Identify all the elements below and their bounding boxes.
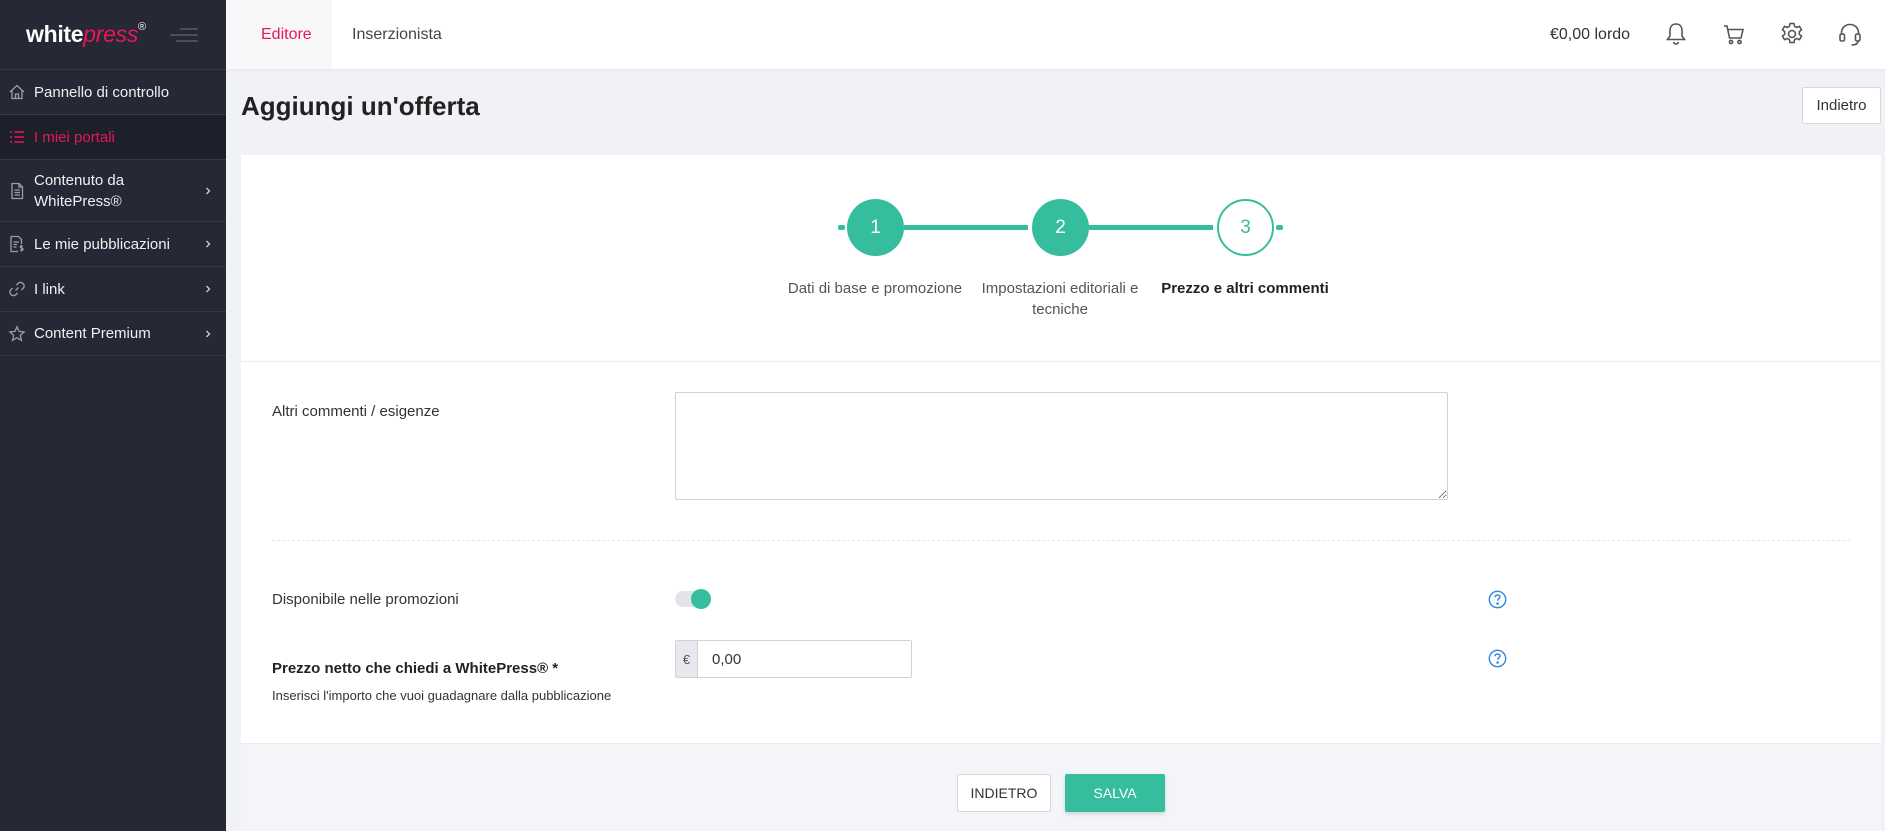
cart-icon[interactable]: [1720, 20, 1748, 48]
menu-toggle-icon[interactable]: [170, 26, 198, 44]
price-hint: Inserisci l'importo che vuoi guadagnare …: [272, 688, 612, 703]
step-3-label: Prezzo e altri commenti: [1161, 280, 1329, 297]
step-2-label: Impostazioni editoriali e tecniche: [981, 280, 1139, 318]
chevron-right-icon: [206, 285, 211, 293]
sidebar-item-contenuto[interactable]: Contenuto da WhitePress®: [0, 159, 226, 221]
stepper-end-dot: [1276, 225, 1283, 230]
step-1-label: Dati di base e promozione: [787, 280, 963, 297]
stepper-line-1: [904, 225, 1028, 230]
help-icon[interactable]: [1488, 649, 1507, 668]
stepper-start-dot: [838, 225, 845, 230]
sidebar-item-pubblicazioni[interactable]: Le mie pubblicazioni: [0, 221, 226, 266]
price-input[interactable]: [698, 641, 911, 677]
currency-addon: €: [676, 641, 698, 677]
bell-icon[interactable]: [1662, 20, 1690, 48]
price-label: Prezzo netto che chiedi a WhitePress® *: [272, 660, 559, 677]
sidebar-item-label: Le mie pubblicazioni: [34, 235, 170, 253]
promotions-toggle[interactable]: [675, 588, 713, 610]
star-icon: [8, 324, 26, 342]
promotions-label: Disponibile nelle promozioni: [272, 591, 459, 608]
invoice-icon: [10, 235, 24, 253]
step-3-circle[interactable]: 3: [1217, 199, 1274, 256]
sidebar-item-premium[interactable]: Content Premium: [0, 311, 226, 356]
sidebar-item-link[interactable]: I link: [0, 266, 226, 311]
price-input-group: €: [675, 640, 912, 678]
document-icon: [11, 182, 24, 199]
sidebar-item-label: Pannello di controllo: [34, 83, 170, 101]
offer-form-card: 1 2 3 Dati di base e promozione Impostaz…: [241, 155, 1881, 831]
section-divider: [272, 540, 1850, 541]
topbar: Editore Inserzionista €0,00 lordo: [226, 0, 1885, 69]
back-button[interactable]: Indietro: [1802, 87, 1881, 124]
sidebar-item-label: Content Premium: [34, 325, 151, 342]
save-button[interactable]: SALVA: [1065, 774, 1165, 812]
step-1-circle[interactable]: 1: [847, 199, 904, 256]
chevron-right-icon: [206, 240, 211, 248]
chevron-right-icon: [206, 330, 211, 337]
stepper: 1 2 3 Dati di base e promozione Impostaz…: [241, 155, 1881, 362]
sidebar-item-label: I link: [34, 280, 65, 298]
tab-editore[interactable]: Editore: [226, 0, 332, 69]
stepper-line-2: [1089, 225, 1213, 230]
headset-icon[interactable]: [1836, 20, 1864, 48]
comments-textarea[interactable]: [675, 392, 1448, 500]
list-icon: [10, 131, 24, 143]
link-icon: [9, 281, 25, 297]
gear-icon[interactable]: [1778, 20, 1806, 48]
footer-back-button[interactable]: INDIETRO: [957, 774, 1051, 812]
logo-bar: whitepress®: [0, 0, 226, 69]
whitepress-logo[interactable]: whitepress®: [26, 21, 146, 48]
tab-inserzionista[interactable]: Inserzionista: [352, 0, 442, 69]
help-icon[interactable]: [1488, 590, 1507, 609]
sidebar: whitepress® Pannello di controllo I miei…: [0, 0, 226, 831]
sidebar-item-pannello[interactable]: Pannello di controllo: [0, 69, 226, 114]
sidebar-item-portali[interactable]: I miei portali: [0, 114, 226, 159]
page-title: Aggiungi un'offerta: [241, 91, 480, 121]
step-2-circle[interactable]: 2: [1032, 199, 1089, 256]
home-icon: [9, 84, 25, 100]
balance-display[interactable]: €0,00 lordo: [1550, 0, 1630, 69]
comments-label: Altri commenti / esigenze: [272, 403, 440, 420]
sidebar-item-label: Contenuto da WhitePress®: [34, 171, 125, 210]
sidebar-item-label: I miei portali: [34, 128, 115, 146]
form-footer: INDIETRO SALVA: [241, 743, 1881, 831]
chevron-right-icon: [206, 187, 211, 194]
